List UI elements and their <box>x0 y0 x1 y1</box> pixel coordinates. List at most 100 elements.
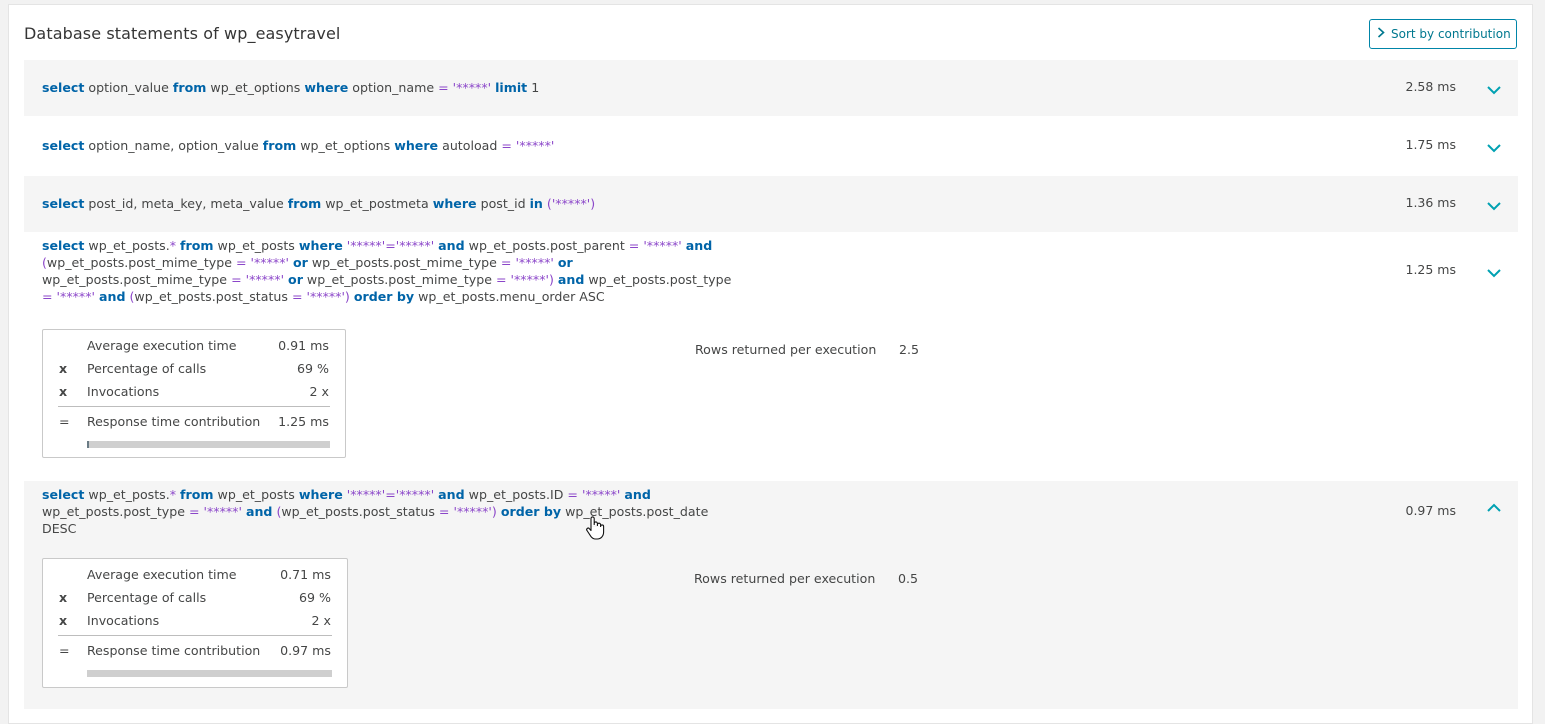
sql-text: wp_et_posts <box>213 238 299 253</box>
sql-keyword: in <box>529 196 543 211</box>
rows-returned: Rows returned per execution 0.5 <box>694 571 918 586</box>
sort-by-contribution-button[interactable]: Sort by contribution <box>1369 19 1517 49</box>
statement-row[interactable]: select option_name, option_value from wp… <box>24 118 1518 174</box>
sql-text: post_id, meta_key, meta_value <box>84 196 288 211</box>
multiply-operator: x <box>59 384 68 399</box>
statement-duration: 2.58 ms <box>1405 79 1457 94</box>
rows-returned-value: 0.5 <box>898 571 919 586</box>
contribution-value: 1.25 ms <box>278 414 329 429</box>
sql-text: wp_et_posts. <box>84 487 170 502</box>
divider <box>58 406 330 407</box>
sql-keyword: and <box>685 238 713 253</box>
sql-text: wp_et_posts.post_mime_type <box>302 272 496 287</box>
sql-text: option_name, option_value <box>84 138 263 153</box>
sql-text: wp_et_posts <box>213 487 299 502</box>
sql-operator: '*****'='*****' <box>346 238 435 253</box>
hand-pointer-icon <box>585 515 605 541</box>
sql-keyword: or <box>292 255 308 270</box>
sql-text: wp_et_posts.ID <box>464 487 568 502</box>
contribution-label: Response time contribution <box>87 643 261 658</box>
sql-operator: = '*****' <box>438 80 492 95</box>
contribution-value: 0.97 ms <box>280 643 331 658</box>
statement-line: select option_name, option_value from wp… <box>42 137 742 154</box>
sql-keyword: where <box>394 138 439 153</box>
chevron-down-icon[interactable] <box>1486 268 1502 278</box>
chevron-up-icon[interactable] <box>1486 503 1502 513</box>
sql-operator: = '*****' <box>235 255 289 270</box>
sql-text: option_name <box>348 80 439 95</box>
divider <box>58 635 332 636</box>
page-title: Database statements of wp_easytravel <box>24 24 341 43</box>
statement-row[interactable]: select option_value from wp_et_options w… <box>24 60 1518 116</box>
sql-keyword: from <box>180 238 214 253</box>
sql-text: wp_et_posts.post_mime_type <box>46 255 236 270</box>
chevron-down-icon[interactable] <box>1486 201 1502 211</box>
chevron-down-icon[interactable] <box>1486 85 1502 95</box>
sql-keyword: where <box>298 238 343 253</box>
equals-operator: = <box>59 643 70 658</box>
sql-operator: = '*****') <box>438 504 497 519</box>
sql-keyword: or <box>288 272 303 287</box>
sql-keyword: from <box>172 80 207 95</box>
rows-returned-value: 2.5 <box>899 342 920 357</box>
statement-line: select wp_et_posts.* from wp_et_posts wh… <box>42 237 742 254</box>
sql-keyword: order by <box>353 289 415 304</box>
sql-keyword: select <box>42 138 85 153</box>
statement-duration: 1.36 ms <box>1405 195 1457 210</box>
sql-text: wp_et_posts.post_status <box>281 504 439 519</box>
avg-exec-label: Average execution time <box>87 567 237 582</box>
sql-text: 1 <box>527 80 540 95</box>
contribution-label: Response time contribution <box>87 414 261 429</box>
invocations-label: Invocations <box>87 384 160 399</box>
statement-row[interactable]: select post_id, meta_key, meta_value fro… <box>24 176 1518 232</box>
db-statements-panel: Database statements of wp_easytravel Sor… <box>8 4 1533 724</box>
sql-keyword: select <box>42 196 85 211</box>
avg-exec-label: Average execution time <box>87 338 237 353</box>
sql-operator: = '*****' <box>628 238 682 253</box>
statement-duration: 1.25 ms <box>1405 262 1457 277</box>
statement-line: select option_value from wp_et_options w… <box>42 79 742 96</box>
sql-keyword: from <box>180 487 214 502</box>
statement-row-expanded[interactable]: select wp_et_posts.* from wp_et_posts wh… <box>24 234 1518 479</box>
sql-keyword: and <box>98 289 126 304</box>
sql-operator: '*****'='*****' <box>346 487 435 502</box>
sql-text: wp_et_options <box>296 138 395 153</box>
sql-text: wp_et_posts.post_mime_type <box>307 255 501 270</box>
statement-text: select wp_et_posts.* from wp_et_posts wh… <box>42 237 742 305</box>
sql-text: wp_et_posts.post_date <box>561 504 709 519</box>
statement-line: select post_id, meta_key, meta_value fro… <box>42 195 742 212</box>
sql-text: post_id <box>476 196 530 211</box>
sql-keyword: limit <box>495 80 528 95</box>
statement-duration: 1.75 ms <box>1405 137 1457 152</box>
statement-text: select wp_et_posts.* from wp_et_posts wh… <box>42 486 742 537</box>
statement-line: DESC <box>42 520 742 537</box>
sql-text: wp_et_posts.menu_order ASC <box>414 289 605 304</box>
sql-keyword: where <box>304 80 349 95</box>
invocations-value: 2 x <box>311 613 331 628</box>
multiply-operator: x <box>59 361 68 376</box>
sql-keyword: and <box>557 272 585 287</box>
sql-text: autoload <box>438 138 502 153</box>
sql-keyword: and <box>438 238 465 253</box>
statement-row-expanded[interactable]: select wp_et_posts.* from wp_et_posts wh… <box>24 481 1518 709</box>
sql-text: wp_et_posts.post_status <box>134 289 292 304</box>
sql-keyword: or <box>557 255 573 270</box>
statement-line: wp_et_posts.post_type = '*****' and (wp_… <box>42 503 742 520</box>
sql-text: wp_et_options <box>206 80 305 95</box>
contribution-bar <box>87 670 332 677</box>
sql-operator: = '*****' <box>500 255 554 270</box>
sql-operator: = '*****' <box>188 504 242 519</box>
statement-line: = '*****' and (wp_et_posts.post_status =… <box>42 288 742 305</box>
sql-text: option_value <box>84 80 173 95</box>
sql-operator: ('*****') <box>546 196 596 211</box>
rows-returned: Rows returned per execution 2.5 <box>695 342 919 357</box>
invocations-label: Invocations <box>87 613 160 628</box>
invocations-value: 2 x <box>309 384 329 399</box>
chevron-down-icon[interactable] <box>1486 143 1502 153</box>
sql-keyword: from <box>262 138 297 153</box>
sql-text: wp_et_posts.post_parent <box>464 238 629 253</box>
multiply-operator: x <box>59 590 68 605</box>
statement-text: select option_name, option_value from wp… <box>42 137 742 154</box>
sql-keyword: and <box>438 487 465 502</box>
sql-operator: = '*****' <box>501 138 555 153</box>
